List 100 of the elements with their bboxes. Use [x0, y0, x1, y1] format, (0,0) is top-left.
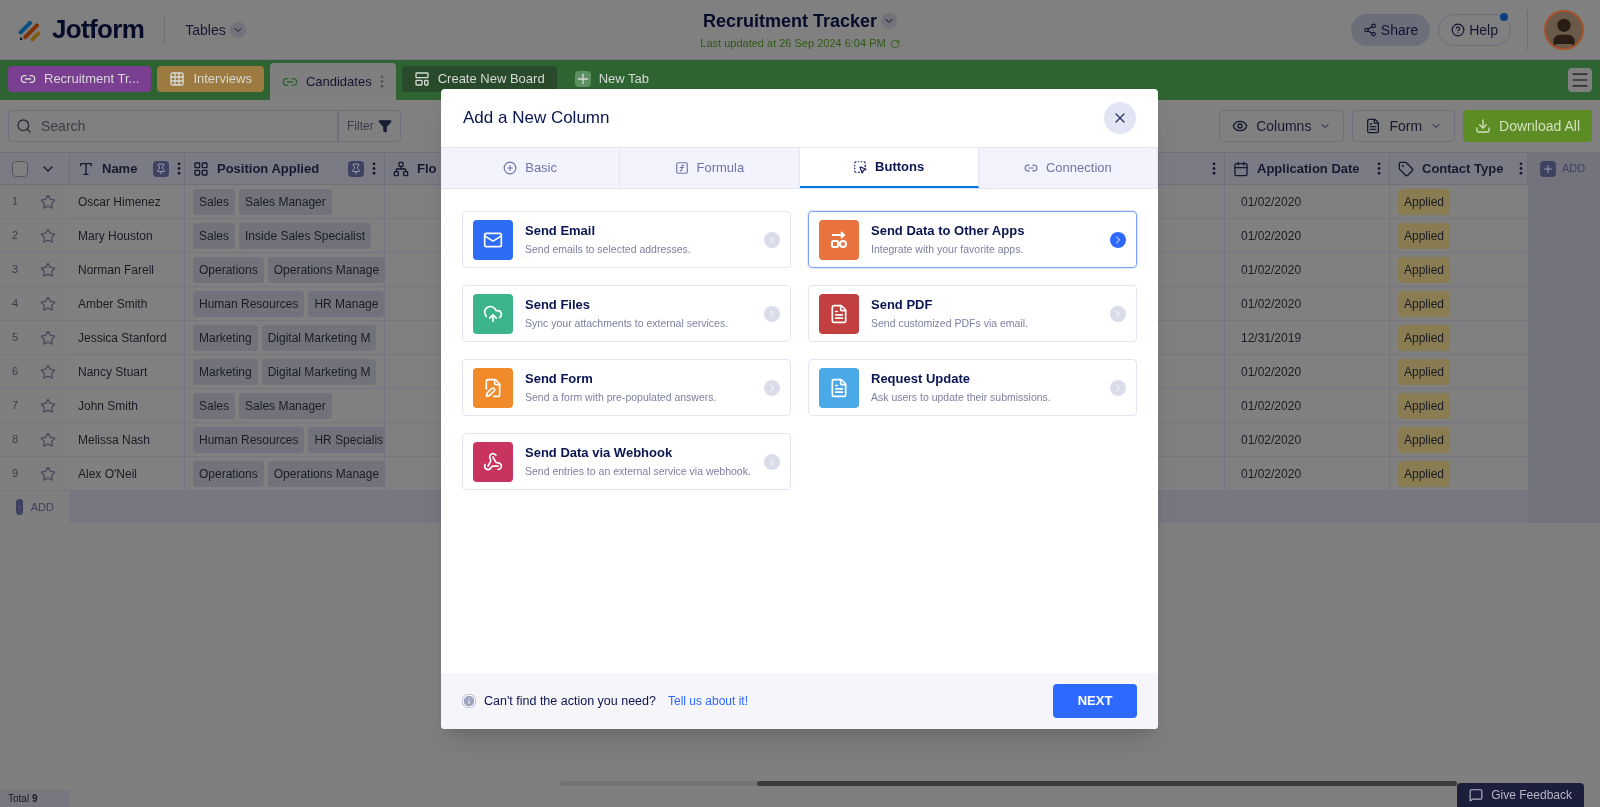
pin-icon[interactable] [153, 160, 170, 177]
action-card[interactable]: Send Data via Webhook Send entries to an external service via webhook. [462, 433, 791, 490]
action-description: Sync your attachments to external services. [525, 316, 730, 332]
star-icon[interactable] [40, 465, 56, 482]
column-header[interactable]: Application Date [1225, 153, 1390, 184]
table-cell: 01/02/2020 [1225, 423, 1390, 457]
table-cell: Mary Houston [70, 219, 185, 253]
row-number: 6 [12, 364, 20, 380]
product-dropdown[interactable]: Tables [185, 19, 246, 40]
info-icon [462, 694, 476, 708]
action-title: Send Form [525, 369, 594, 388]
more-icon[interactable] [177, 162, 182, 175]
board-tab[interactable]: Candidates [269, 63, 396, 100]
calendar-icon [1233, 160, 1249, 177]
scrollbar-thumb[interactable] [757, 781, 1458, 786]
action-title: Send PDF [871, 295, 934, 314]
table-cell: Alex O'Neil [70, 457, 185, 491]
board-tab[interactable]: Create New Board [401, 66, 557, 92]
column-title: Position Applied [217, 159, 320, 178]
action-description: Send emails to selected addresses. [525, 242, 692, 258]
board-tab[interactable]: Recruitment Tr... [8, 66, 152, 92]
more-icon[interactable] [372, 162, 376, 175]
table-cell: 01/02/2020 [1225, 287, 1390, 321]
feedback-link[interactable]: Tell us about it! [667, 692, 748, 710]
table-cell: Jessica Stanford [70, 321, 185, 355]
column-header[interactable]: Position Applied [185, 153, 385, 184]
star-icon[interactable] [40, 329, 56, 346]
next-button[interactable]: NEXT [1053, 684, 1137, 718]
status-tag: Applied [1398, 256, 1451, 283]
more-icon[interactable] [379, 75, 384, 88]
search-icon [16, 118, 32, 134]
status-tag: Applied [1398, 392, 1451, 419]
board-tab[interactable]: Interviews [157, 66, 264, 92]
tag: Operations [193, 256, 264, 283]
star-icon[interactable] [40, 261, 56, 278]
action-title: Send Files [525, 295, 592, 314]
columns-button[interactable]: Columns [1219, 110, 1345, 142]
action-card[interactable]: Send Data to Other Apps Integrate with your favorite apps. [808, 211, 1137, 268]
feedback-button[interactable]: Give Feedback [1457, 783, 1584, 807]
table-cell: Melissa Nash [70, 423, 185, 457]
more-icon[interactable] [1377, 162, 1381, 175]
menu-icon[interactable] [1568, 68, 1592, 92]
chevron-right-icon [764, 453, 780, 470]
table-cell: Nancy Stuart [70, 355, 185, 389]
share-button[interactable]: Share [1350, 13, 1431, 46]
tag-icon [1398, 160, 1414, 177]
chevron-right-icon [1110, 231, 1126, 248]
board-icon [413, 71, 430, 87]
scrollbar[interactable] [560, 781, 1458, 786]
dialog-tab[interactable]: Formula [620, 148, 800, 188]
avatar[interactable] [1544, 9, 1584, 50]
tag: HR Manage [308, 290, 385, 317]
download-button[interactable]: Download All [1463, 110, 1592, 142]
tag: Operations [193, 460, 264, 487]
dialog-tab[interactable]: Connection [978, 148, 1158, 188]
star-icon[interactable] [40, 295, 56, 312]
star-icon[interactable] [40, 397, 56, 414]
dialog-tab[interactable]: Basic [441, 148, 621, 188]
download-icon [1475, 118, 1492, 134]
select-all-checkbox[interactable] [12, 160, 28, 177]
dialog-tab[interactable]: Buttons [799, 148, 979, 188]
star-icon[interactable] [40, 431, 56, 448]
help-button[interactable]: Help [1438, 13, 1511, 46]
share-icon [1362, 22, 1377, 37]
more-icon[interactable] [1519, 162, 1524, 175]
more-icon[interactable] [1212, 162, 1216, 175]
eye-icon [1232, 118, 1249, 134]
filter-button[interactable]: Filter [338, 110, 401, 142]
close-button[interactable] [1104, 102, 1136, 134]
action-card[interactable]: Send Form Send a form with pre-populated answers. [462, 359, 791, 416]
board-title[interactable]: Recruitment Tracker [702, 7, 898, 36]
star-icon[interactable] [40, 363, 56, 380]
action-card[interactable]: Request Update Ask users to update their submissions. [808, 359, 1137, 416]
column-title: Application Date [1257, 159, 1360, 178]
star-icon[interactable] [40, 193, 56, 210]
column-header[interactable]: Name [70, 153, 185, 184]
chevron-right-icon [764, 379, 780, 396]
star-icon[interactable] [40, 227, 56, 244]
row-number: 7 [12, 398, 20, 414]
pin-icon[interactable] [348, 160, 364, 177]
action-description: Ask users to update their submissions. [871, 390, 1052, 406]
search-field[interactable]: Search [8, 110, 338, 142]
row-number: 3 [12, 262, 20, 278]
row-number: 2 [12, 228, 20, 244]
column-title: Name [102, 159, 138, 178]
help-text: Can't find the action you need? [484, 692, 656, 710]
help-icon [1451, 22, 1466, 37]
table-cell: 01/02/2020 [1225, 457, 1390, 491]
action-card[interactable]: Send PDF Send customized PDFs via email. [808, 285, 1137, 342]
action-card[interactable]: Send Files Sync your attachments to external services. [462, 285, 791, 342]
table-cell: Oscar Himenez [70, 185, 185, 219]
chevron-down-icon [881, 13, 898, 30]
form-button[interactable]: Form [1352, 110, 1456, 142]
column-header[interactable]: Contact Type [1390, 153, 1528, 184]
action-card[interactable]: Send Email Send emails to selected addresses. [462, 211, 791, 268]
tag: Sales [193, 222, 236, 249]
table-cell: Amber Smith [70, 287, 185, 321]
table-cell: 12/31/2019 [1225, 321, 1390, 355]
add-row-button[interactable]: ADD [0, 491, 70, 523]
tag: Marketing [193, 358, 258, 385]
